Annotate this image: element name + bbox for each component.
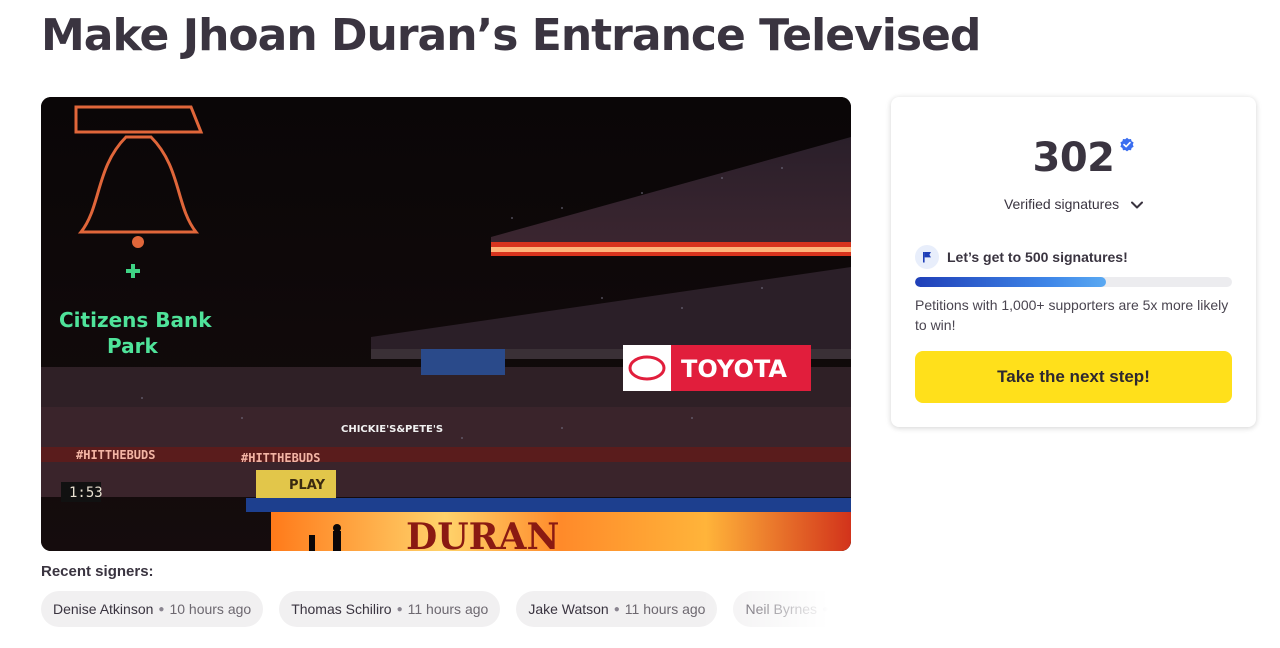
goal-row: Let’s get to 500 signatures! (915, 245, 1128, 269)
recent-signers-label: Recent signers: (41, 563, 154, 580)
signature-card: 302 Verified signatures Let’s get to 500… (891, 97, 1256, 427)
sign-play: PLAY (289, 478, 326, 493)
signature-progress-fill (915, 277, 1107, 287)
sign-toyota: TOYOTA (681, 355, 787, 383)
separator-dot: ● (158, 603, 165, 615)
signer-chip: Denise Atkinson ● 10 hours ago (41, 591, 264, 627)
sign-park-line1: Citizens Bank (59, 308, 212, 332)
verified-badge-icon (1119, 137, 1134, 152)
separator-dot: ● (396, 603, 403, 615)
signer-time: 10 hours ago (169, 601, 252, 617)
signature-count-wrap: 302 (891, 135, 1256, 181)
signer-time: 11 hours ago (407, 601, 489, 617)
recent-signers-list: Denise Atkinson ● 10 hours ago Thomas Schi… (41, 591, 851, 629)
signer-name: Neil Byrnes (745, 601, 818, 617)
signer-chip: Thomas Schiliro ● 11 hours ago (279, 591, 501, 627)
separator-dot: ● (613, 603, 620, 615)
verified-signatures-toggle[interactable]: Verified signatures (891, 196, 1256, 212)
signer-chip: Jake Watson ● 11 hours ago (516, 591, 718, 627)
signer-chip: Neil Byrnes ● 12 hours ago (733, 591, 851, 627)
sign-clock: 1:53 (69, 485, 103, 501)
goal-text: Let’s get to 500 signatures! (947, 249, 1128, 265)
take-next-step-button[interactable]: Take the next step! (915, 351, 1232, 403)
separator-dot: ● (822, 603, 829, 615)
sign-park-line2: Park (107, 334, 158, 358)
chevron-down-icon[interactable] (1131, 201, 1144, 209)
sign-chickie: CHICKIE'S&PETE'S (341, 424, 443, 435)
signer-name: Denise Atkinson (53, 601, 154, 617)
sign-ribbon-mid: #HITTHEBUDS (241, 451, 320, 465)
flag-icon (915, 245, 939, 269)
verified-signatures-label: Verified signatures (1003, 196, 1120, 212)
signer-name: Jake Watson (528, 601, 609, 617)
signer-time: 11 hours ago (624, 601, 706, 617)
petition-photo: Citizens Bank Park TOYOTA CHICKIE'S&PETE… (41, 97, 851, 551)
sign-ribbon-left: #HITTHEBUDS (76, 448, 155, 462)
supporters-note: Petitions with 1,000+ supporters are 5x … (915, 297, 1229, 333)
signature-progress-bar (915, 277, 1232, 287)
petition-title: Make Jhoan Duran’s Entrance Televised (41, 10, 981, 61)
signer-name: Thomas Schiliro (291, 601, 392, 617)
signer-time: 12 hours ago (833, 601, 851, 617)
signature-count: 302 (1032, 135, 1134, 181)
sign-duran: DURAN (406, 516, 559, 551)
signature-count-value: 302 (1032, 135, 1116, 181)
